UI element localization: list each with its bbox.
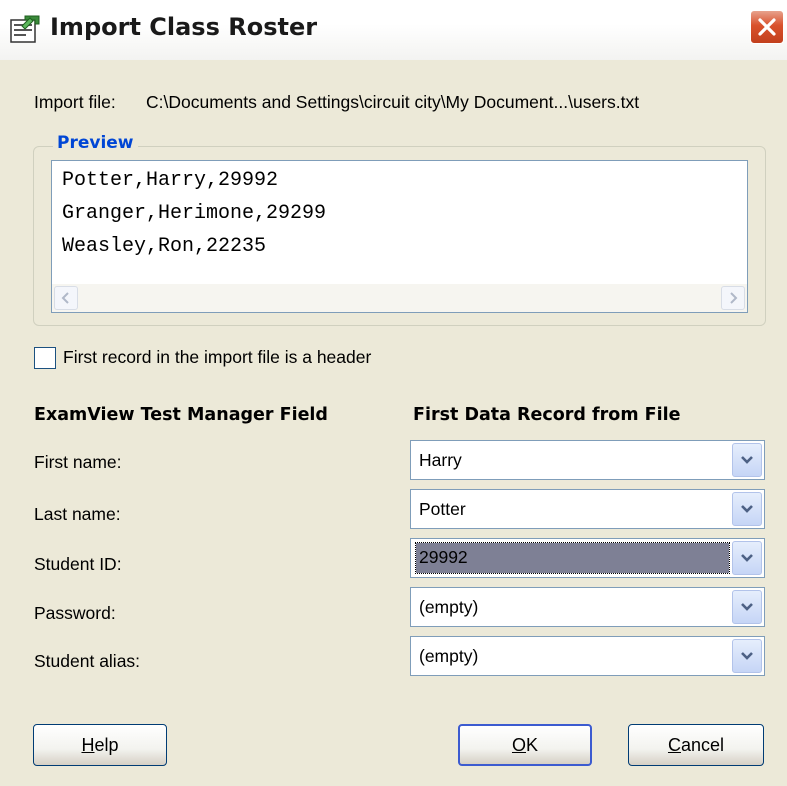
first-name-select[interactable]: Harry: [410, 440, 765, 480]
import-file-label: Import file:: [34, 92, 116, 112]
field-label-first-name: First name:: [34, 452, 122, 472]
import-file-path: C:\Documents and Settings\circuit city\M…: [146, 92, 640, 112]
header-record-checkbox-label[interactable]: First record in the import file is a hea…: [63, 347, 371, 368]
select-value: 29992: [415, 542, 730, 574]
field-column-header: ExamView Test Manager Field: [34, 405, 328, 425]
chevron-left-icon: [61, 292, 69, 304]
dropdown-button[interactable]: [732, 639, 762, 673]
horizontal-scrollbar[interactable]: [52, 284, 747, 312]
cancel-button-label: ancel: [680, 734, 725, 755]
import-roster-icon: [8, 12, 42, 46]
scroll-left-button[interactable]: [54, 286, 78, 310]
ok-button-label: K: [526, 734, 539, 755]
dropdown-button[interactable]: [732, 443, 762, 477]
window-title: Import Class Roster: [50, 13, 318, 41]
title-bar[interactable]: Import Class Roster: [0, 0, 787, 60]
ok-button[interactable]: OK: [458, 724, 592, 766]
chevron-down-icon: [741, 652, 753, 660]
student-id-select[interactable]: 29992: [410, 538, 765, 578]
field-label-password: Password:: [34, 603, 116, 623]
preview-line: Weasley,Ron,22235: [62, 235, 267, 258]
field-label-student-alias: Student alias:: [34, 651, 141, 671]
cancel-button-mnemonic: C: [667, 734, 681, 755]
close-button[interactable]: [750, 10, 784, 44]
preview-legend: Preview: [53, 133, 138, 153]
chevron-down-icon: [741, 505, 753, 513]
help-button-mnemonic: H: [81, 734, 95, 755]
import-class-roster-dialog: Import Class Roster Import file: C:\Docu…: [0, 0, 787, 786]
dropdown-button[interactable]: [732, 590, 762, 624]
chevron-down-icon: [741, 554, 753, 562]
ok-button-mnemonic: O: [511, 734, 526, 755]
preview-line: Potter,Harry,29992: [62, 169, 279, 192]
select-value: Potter: [419, 499, 466, 519]
student-alias-select[interactable]: (empty): [410, 636, 765, 676]
help-button-label: elp: [94, 734, 119, 755]
select-value: (empty): [419, 597, 479, 617]
header-record-checkbox[interactable]: [34, 347, 56, 369]
scroll-right-button[interactable]: [721, 286, 745, 310]
field-label-last-name: Last name:: [34, 504, 121, 524]
record-column-header: First Data Record from File: [413, 405, 681, 425]
chevron-right-icon: [730, 292, 738, 304]
chevron-down-icon: [741, 603, 753, 611]
chevron-down-icon: [741, 456, 753, 464]
cancel-button[interactable]: Cancel: [628, 724, 764, 766]
password-select[interactable]: (empty): [410, 587, 765, 627]
last-name-select[interactable]: Potter: [410, 489, 765, 529]
dropdown-button[interactable]: [732, 492, 762, 526]
dropdown-button[interactable]: [732, 541, 762, 575]
preview-line: Granger,Herimone,29299: [62, 202, 327, 225]
help-button[interactable]: Help: [33, 724, 167, 766]
select-value: Harry: [419, 450, 462, 470]
select-value: (empty): [419, 646, 479, 666]
field-label-student-id: Student ID:: [34, 554, 122, 574]
close-icon: [758, 18, 776, 36]
preview-textbox[interactable]: Potter,Harry,29992 Granger,Herimone,2929…: [51, 160, 748, 313]
